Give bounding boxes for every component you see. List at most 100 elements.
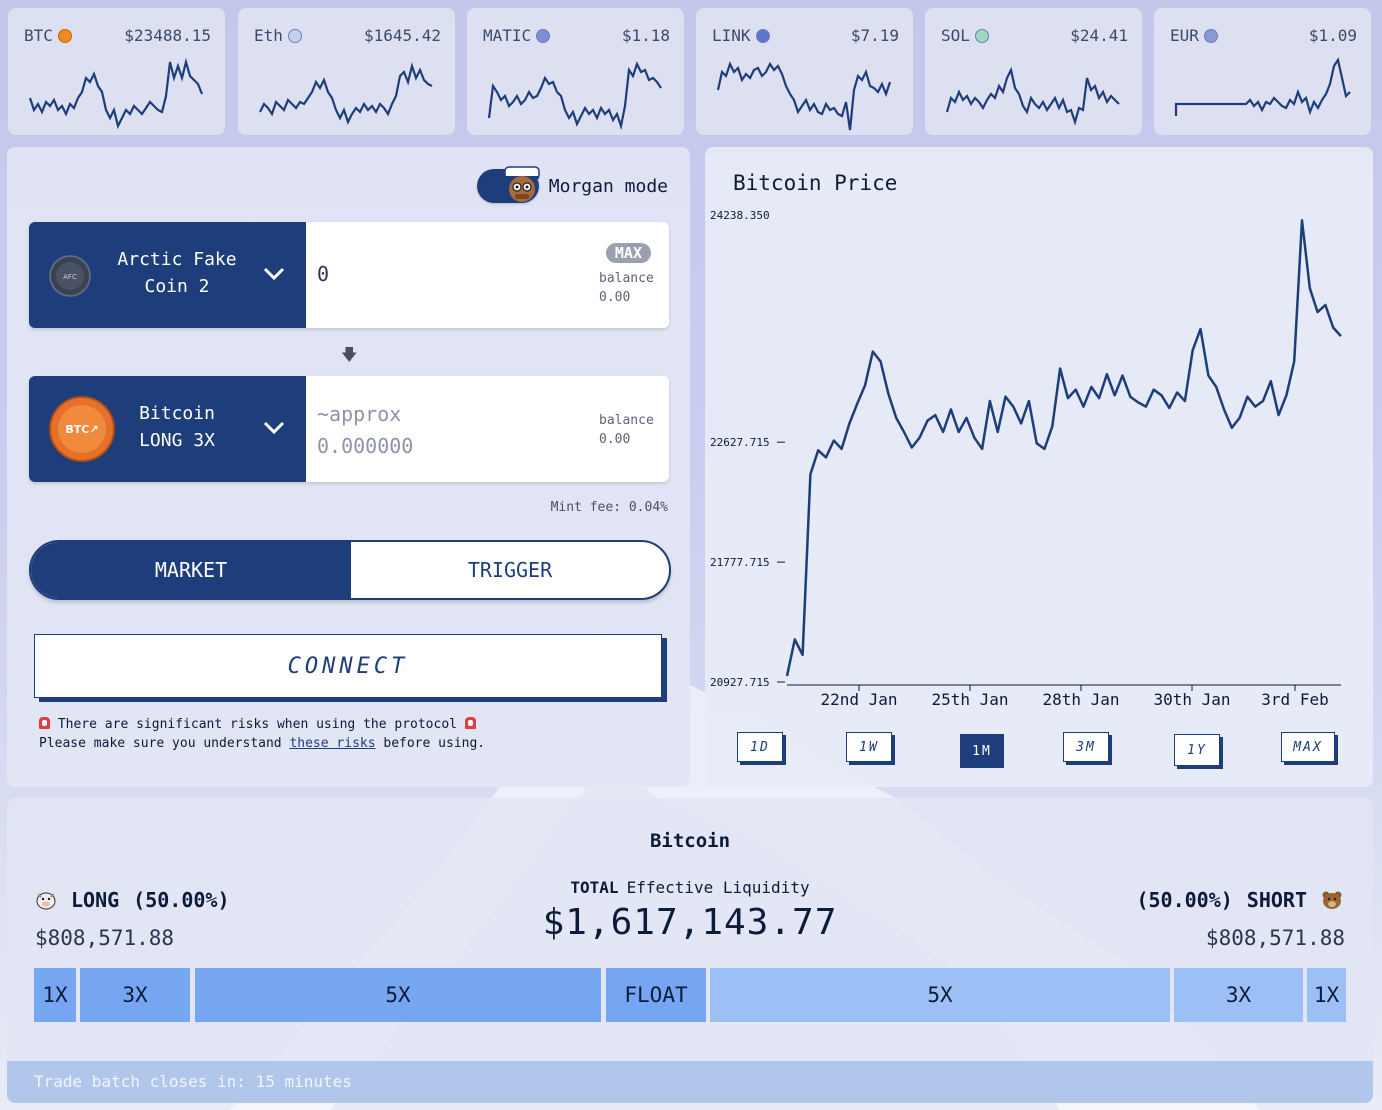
batch-status-bar: Trade batch closes in: 15 minutes <box>7 1061 1373 1103</box>
range-button-3m[interactable]: 3M <box>1063 732 1109 762</box>
tab-trigger[interactable]: TRIGGER <box>351 542 669 598</box>
from-amount-field[interactable]: 0 MAX balance 0.00 <box>306 222 669 328</box>
to-token-name-line1: Bitcoin <box>139 403 215 424</box>
risk-warning: There are significant risks when using t… <box>39 715 485 753</box>
ticker-price: $23488.15 <box>124 26 211 45</box>
segment-long-5x[interactable]: 5X <box>195 968 601 1022</box>
from-balance-label: balance <box>599 271 654 286</box>
batch-close-text: Trade batch closes in: 15 minutes <box>34 1072 352 1091</box>
ticker-price: $7.19 <box>850 26 899 45</box>
risk-line2-pre: Please make sure you understand <box>39 736 290 751</box>
short-value: $808,571.88 <box>1205 926 1345 950</box>
total-label-text: Effective Liquidity <box>626 878 810 897</box>
segment-float[interactable]: FLOAT <box>606 968 706 1022</box>
segment-long-3x[interactable]: 3X <box>80 968 190 1022</box>
ticker-card-sol[interactable]: SOL $24.41 <box>925 8 1142 135</box>
approx-label: ~approx <box>317 402 402 426</box>
bear-icon <box>1322 891 1342 909</box>
short-percent: (50.00%) <box>1136 888 1233 912</box>
link-coin-icon <box>755 28 770 43</box>
to-amount-field[interactable]: ~approx 0.000000 balance 0.00 <box>306 376 669 482</box>
from-token-selector[interactable]: AFC Arctic Fake Coin 2 <box>29 222 306 328</box>
sol-coin-icon <box>974 28 989 43</box>
long-value: $808,571.88 <box>35 926 175 950</box>
from-token-name-line1: Arctic Fake <box>117 249 237 270</box>
ticker-price: $1.09 <box>1308 26 1357 45</box>
liquidity-panel: Bitcoin TOTAL Effective Liquidity $1,617,… <box>7 798 1373 1103</box>
ticker-symbol: BTC <box>24 26 72 45</box>
long-label: LONG <box>71 888 120 912</box>
trade-panel: Morgan mode AFC Arctic Fake Coin 2 0 MAX… <box>7 147 690 787</box>
from-balance-value: 0.00 <box>599 290 631 305</box>
total-label-bold: TOTAL <box>570 878 619 897</box>
morgan-mode[interactable]: Morgan mode <box>476 166 668 203</box>
ticker-symbol: SOL <box>941 26 989 45</box>
mint-fee: Mint fee: 0.04% <box>550 500 668 515</box>
max-button[interactable]: MAX <box>605 243 651 263</box>
ticker-symbol: Eth <box>254 26 302 45</box>
ticker-sparkline <box>28 57 204 130</box>
from-token-name: Arctic Fake Coin 2 <box>107 246 247 300</box>
ticker-card-eur[interactable]: EUR $1.09 <box>1154 8 1371 135</box>
ticker-sparkline <box>487 61 662 131</box>
connect-button[interactable]: CONNECT <box>34 634 662 698</box>
short-header: (50.00%) SHORT <box>1136 888 1343 912</box>
segment-short-3x[interactable]: 3X <box>1174 968 1303 1022</box>
short-label: SHORT <box>1246 888 1307 912</box>
segment-short-5x[interactable]: 5X <box>710 968 1170 1022</box>
btc-logo-text: BTC↗ <box>65 423 98 436</box>
chevron-down-icon <box>263 421 285 435</box>
to-token-name: Bitcoin LONG 3X <box>107 400 247 454</box>
risks-link[interactable]: these risks <box>289 736 375 751</box>
morgan-avatar-icon <box>504 166 540 202</box>
ticker-card-link[interactable]: LINK $7.19 <box>696 8 913 135</box>
to-amount-value: 0.000000 <box>317 434 414 458</box>
segment-short-1x[interactable]: 1X <box>1307 968 1346 1022</box>
ticker-symbol: MATIC <box>483 26 551 45</box>
y-tick-label: 20927.715 <box>710 676 770 689</box>
to-balance-value: 0.00 <box>599 432 631 447</box>
x-tick-label: 25th Jan <box>931 690 1008 709</box>
bull-icon <box>36 892 56 910</box>
ticker-price: $1.18 <box>621 26 670 45</box>
tab-market[interactable]: MARKET <box>31 542 351 598</box>
range-button-1w[interactable]: 1W <box>846 732 892 762</box>
asset-name: Bitcoin <box>649 830 731 852</box>
ticker-symbol: LINK <box>712 26 770 45</box>
ticker-card-matic[interactable]: MATIC $1.18 <box>467 8 684 135</box>
x-tick-label: 22nd Jan <box>820 690 897 709</box>
range-button-1d[interactable]: 1D <box>737 732 783 762</box>
ticker-symbol: EUR <box>1170 26 1218 45</box>
segment-long-1x[interactable]: 1X <box>34 968 76 1022</box>
range-button-1y[interactable]: 1Y <box>1174 734 1220 766</box>
from-amount-value[interactable]: 0 <box>317 262 329 286</box>
ticker-sparkline <box>259 62 433 125</box>
from-token-name-line2: Coin 2 <box>144 276 210 297</box>
ticker-sparkline <box>716 61 892 131</box>
afc-coin-icon: AFC <box>49 255 91 297</box>
leverage-distribution-bar: 1X 3X 5X FLOAT 5X 3X 1X <box>34 968 1346 1022</box>
ticker-card-eth[interactable]: Eth $1645.42 <box>238 8 455 135</box>
ticker-price: $24.41 <box>1070 26 1128 45</box>
range-button-max[interactable]: MAX <box>1281 732 1335 762</box>
ticker-sparkline <box>945 66 1120 126</box>
chevron-down-icon <box>263 267 285 281</box>
chart-panel: Bitcoin Price 24238.350 22627.715 21777.71… <box>705 147 1373 787</box>
arrow-down-icon: 🡇 <box>341 345 358 364</box>
price-series-line <box>785 219 1342 677</box>
btc-coin-icon <box>57 28 72 43</box>
siren-icon <box>39 717 50 729</box>
matic-coin-icon <box>536 28 551 43</box>
ticker-price: $1645.42 <box>363 26 441 45</box>
morgan-mode-toggle[interactable] <box>476 166 540 203</box>
to-token-selector[interactable]: BTC↗ Bitcoin LONG 3X <box>29 376 306 482</box>
y-tick-label: 21777.715 <box>710 556 770 569</box>
to-balance-label: balance <box>599 413 654 428</box>
x-tick-label: 3rd Feb <box>1261 690 1328 709</box>
btc-long-coin-icon: BTC↗ <box>49 396 115 462</box>
risk-line1: There are significant risks when using t… <box>57 717 457 732</box>
afc-logo-text: AFC <box>63 273 77 281</box>
range-button-1m[interactable]: 1M <box>960 734 1004 768</box>
ticker-card-btc[interactable]: BTC $23488.15 <box>8 8 225 135</box>
risk-line2-post: before using. <box>375 736 486 751</box>
